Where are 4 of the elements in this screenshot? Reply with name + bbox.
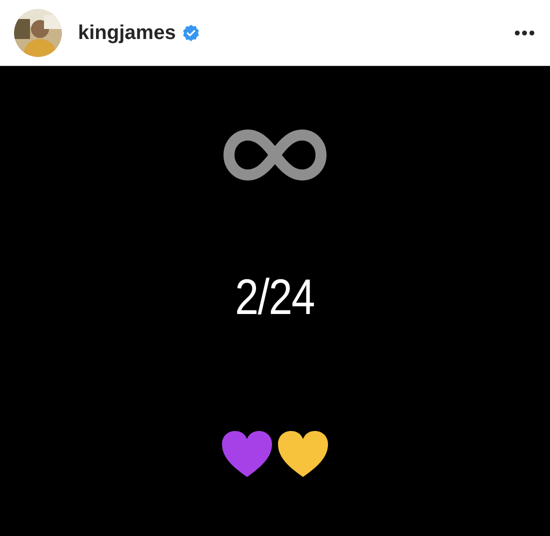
- more-options-button[interactable]: •••: [514, 24, 536, 42]
- caption-text: 2/24: [235, 272, 315, 322]
- username[interactable]: kingjames: [78, 18, 176, 48]
- infinity-icon: [223, 129, 327, 181]
